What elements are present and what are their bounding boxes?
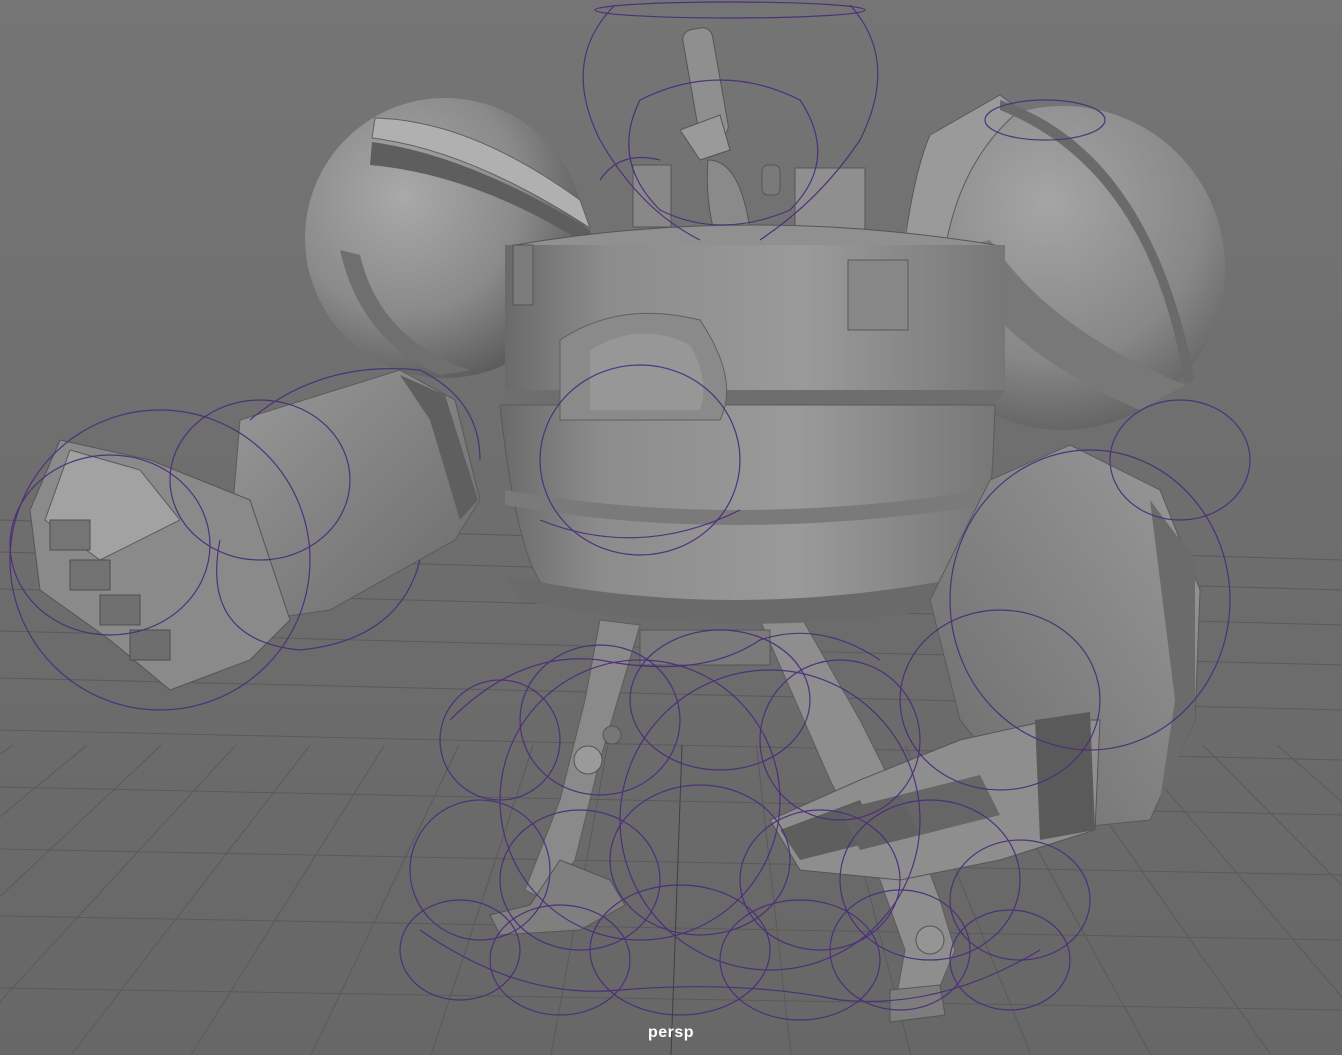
grid-line	[0, 744, 13, 756]
camera-name-label: persp	[647, 1024, 695, 1041]
grid-line	[310, 745, 460, 1055]
grid-line	[0, 848, 1342, 876]
grid-line	[0, 744, 88, 818]
robot-torso	[499, 224, 1005, 624]
grid-line	[430, 745, 534, 1055]
perspective-viewport[interactable]: persp	[0, 0, 1342, 1055]
grid-line	[0, 987, 1342, 1011]
grid-line	[0, 744, 162, 898]
grid-line	[0, 744, 236, 1003]
grid-line	[755, 745, 792, 1055]
viewport-scene[interactable]	[0, 0, 1342, 1055]
left-arm	[29, 369, 481, 691]
grid-line	[70, 744, 311, 1055]
robot-head	[632, 27, 866, 239]
grid-line	[1276, 744, 1342, 803]
grid-line	[670, 745, 683, 1055]
